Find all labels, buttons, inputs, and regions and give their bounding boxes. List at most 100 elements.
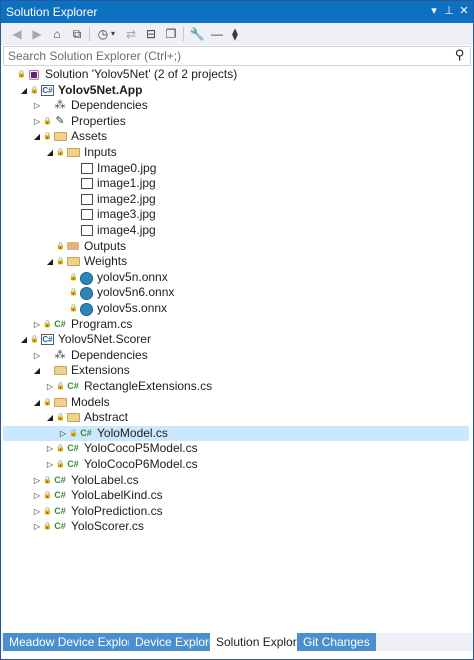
tree-item-label: YoloLabel.cs bbox=[71, 472, 139, 487]
tree-item[interactable]: ▷ ⁂ Dependencies bbox=[3, 348, 469, 363]
expand-caret-icon[interactable]: ◢ bbox=[20, 83, 28, 98]
tree-item[interactable]: ◢ 🔒 Inputs bbox=[3, 145, 469, 160]
expand-caret-icon[interactable]: ◢ bbox=[33, 395, 41, 410]
csharp-file-icon: C# bbox=[67, 459, 79, 469]
expand-caret-icon[interactable]: ◢ bbox=[20, 332, 28, 347]
collapse-caret-icon[interactable]: ▷ bbox=[46, 441, 54, 456]
forward-icon[interactable]: ▶ bbox=[29, 26, 45, 42]
sync-icon[interactable]: ⇄ bbox=[123, 26, 139, 42]
tree-item[interactable]: ◢ 🔒 Abstract bbox=[3, 410, 469, 425]
tree-item[interactable]: ◢ 🔒 Assets bbox=[3, 129, 469, 144]
csharp-file-icon: C# bbox=[54, 505, 66, 516]
window-position-dropdown-icon[interactable]: ▾ bbox=[427, 4, 441, 18]
home-icon[interactable]: ⌂ bbox=[49, 26, 65, 42]
tree-item-label: Dependencies bbox=[71, 347, 148, 362]
tree-item-label: YoloCocoP6Model.cs bbox=[84, 457, 198, 471]
expand-caret-icon[interactable]: ◢ bbox=[33, 129, 41, 144]
tree-item[interactable]: 🔒 yolov5n.onnx bbox=[3, 270, 469, 285]
back-icon[interactable]: ◀ bbox=[9, 26, 25, 42]
tree-item[interactable]: ▷ 🔒 C# YoloLabelKind.cs bbox=[3, 488, 469, 503]
tab-meadow-device-explorer[interactable]: Meadow Device Explorer bbox=[3, 633, 149, 651]
expand-caret-icon[interactable]: ◢ bbox=[46, 145, 54, 160]
expand-caret-icon[interactable]: ◢ bbox=[46, 254, 54, 269]
collapse-caret-icon[interactable]: ▷ bbox=[33, 504, 41, 519]
collapse-caret-icon[interactable]: ▷ bbox=[46, 457, 54, 472]
tree-item[interactable]: ◢ 🔒 Weights bbox=[3, 254, 469, 269]
tree-item[interactable]: image2.jpg bbox=[3, 192, 469, 207]
tree-item[interactable]: ▷ 🔒 C# YoloModel.cs bbox=[3, 425, 469, 441]
tree-item[interactable]: ◢ 🔒 Models bbox=[3, 395, 469, 410]
close-icon[interactable]: ✕ bbox=[457, 4, 471, 18]
expand-caret-icon[interactable]: ◢ bbox=[46, 410, 54, 425]
tree-item[interactable]: ▷ ⁂ Dependencies bbox=[3, 98, 469, 113]
collapse-caret-icon[interactable]: ▷ bbox=[33, 519, 41, 534]
tree-item[interactable]: ◢ Extensions bbox=[3, 363, 469, 378]
collapse-caret-icon[interactable]: ▷ bbox=[33, 488, 41, 503]
search-icon[interactable]: ⚲ bbox=[455, 47, 465, 63]
tree-item[interactable]: ▷ 🔒 C# YoloLabel.cs bbox=[3, 473, 469, 488]
collapse-caret-icon[interactable]: ▷ bbox=[46, 379, 54, 394]
tree-item[interactable]: image1.jpg bbox=[3, 176, 469, 191]
lock-icon: 🔒 bbox=[56, 414, 65, 422]
tree-item[interactable]: ▷ 🔒 C# YoloCocoP6Model.cs bbox=[3, 457, 469, 472]
tree-item-label: YoloModel.cs bbox=[97, 425, 168, 440]
chevron-down-icon[interactable]: ▾ bbox=[109, 26, 117, 42]
lock-icon: 🔒 bbox=[56, 461, 65, 468]
tree-item-label: Properties bbox=[71, 113, 126, 128]
tree-item[interactable]: 🔒 Outputs bbox=[3, 239, 469, 254]
collapse-caret-icon[interactable]: ▷ bbox=[33, 114, 41, 129]
search-input[interactable] bbox=[8, 48, 438, 63]
tree-item[interactable]: 🔒 ▣ Solution 'Yolov5Net' (2 of 2 projects) bbox=[3, 67, 469, 82]
tree-item[interactable]: image4.jpg bbox=[3, 223, 469, 238]
expand-caret-icon[interactable]: ◢ bbox=[33, 363, 41, 378]
lock-icon: 🔒 bbox=[43, 320, 52, 328]
switch-views-icon[interactable]: ⧉ bbox=[69, 26, 85, 42]
folder-icon bbox=[65, 239, 81, 254]
lock-icon: 🔒 bbox=[69, 305, 78, 312]
csharp-project-icon: C# bbox=[41, 84, 54, 96]
tab-git-changes[interactable]: Git Changes bbox=[297, 633, 376, 651]
collapse-caret-icon[interactable]: ▷ bbox=[33, 473, 41, 488]
dependencies-icon: ⁂ bbox=[54, 99, 66, 112]
tree-item[interactable]: ◢ 🔒 C# Yolov5Net.Scorer bbox=[3, 332, 469, 347]
tree-item[interactable]: ▷ 🔒 ✎ Properties bbox=[3, 114, 469, 129]
folder-open-icon bbox=[52, 363, 68, 378]
tree-item-label: image2.jpg bbox=[97, 191, 156, 206]
tree-item-label: Solution 'Yolov5Net' (2 of 2 projects) bbox=[45, 67, 238, 81]
collapse-caret-icon[interactable]: ▷ bbox=[59, 426, 67, 441]
tree-item[interactable]: ▷ 🔒 C# YoloPrediction.cs bbox=[3, 504, 469, 519]
search-box: ⚲ bbox=[3, 46, 471, 66]
tool-window-tabs: Meadow Device Explorer Device Explorer Sol… bbox=[1, 633, 473, 651]
collapse-caret-icon[interactable]: ▷ bbox=[33, 98, 41, 113]
collapse-caret-icon[interactable]: ▷ bbox=[33, 348, 41, 363]
pin-icon[interactable]: ⊥ bbox=[442, 4, 456, 18]
tree-item[interactable]: 🔒 yolov5s.onnx bbox=[3, 301, 469, 316]
csharp-project-icon: C# bbox=[41, 334, 54, 346]
tree-item[interactable]: ▷ 🔒 C# Program.cs bbox=[3, 317, 469, 332]
tree-item-label: image4.jpg bbox=[97, 223, 156, 237]
collapse-all-icon[interactable]: ⊟ bbox=[143, 26, 159, 42]
tree-item-label: YoloScorer.cs bbox=[71, 519, 144, 534]
tree-item[interactable]: image3.jpg bbox=[3, 207, 469, 222]
tree-item-label: Models bbox=[71, 394, 110, 409]
onnx-file-icon bbox=[78, 270, 94, 285]
collapse-caret-icon[interactable]: ▷ bbox=[33, 317, 41, 332]
show-all-files-icon[interactable]: ❐ bbox=[163, 26, 179, 42]
toolbar-divider bbox=[183, 27, 184, 41]
tree-item-label: Weights bbox=[84, 254, 128, 269]
tree-item[interactable]: ▷ 🔒 C# YoloCocoP5Model.cs bbox=[3, 441, 469, 456]
tree-item[interactable]: 🔒 yolov5n6.onnx bbox=[3, 285, 469, 301]
tree-item[interactable]: ▷ 🔒 C# RectangleExtensions.cs bbox=[3, 379, 469, 394]
lock-icon: 🔒 bbox=[69, 429, 78, 437]
tree-item[interactable]: ▷ 🔒 C# YoloScorer.cs bbox=[3, 519, 469, 534]
tree-item[interactable]: Image0.jpg bbox=[3, 161, 469, 176]
image-file-icon bbox=[78, 207, 94, 222]
lock-icon: 🔒 bbox=[56, 445, 65, 453]
solution-icon: ▣ bbox=[28, 67, 40, 81]
properties-icon[interactable]: 🔧 bbox=[189, 26, 205, 42]
csharp-file-icon: C# bbox=[54, 318, 66, 329]
filter-icon[interactable]: ⧫ bbox=[227, 26, 243, 42]
properties-folder-icon: ✎ bbox=[55, 114, 65, 127]
preview-icon[interactable]: — bbox=[209, 26, 225, 42]
tree-item[interactable]: ◢ 🔒 C# Yolov5Net.App bbox=[3, 83, 469, 98]
